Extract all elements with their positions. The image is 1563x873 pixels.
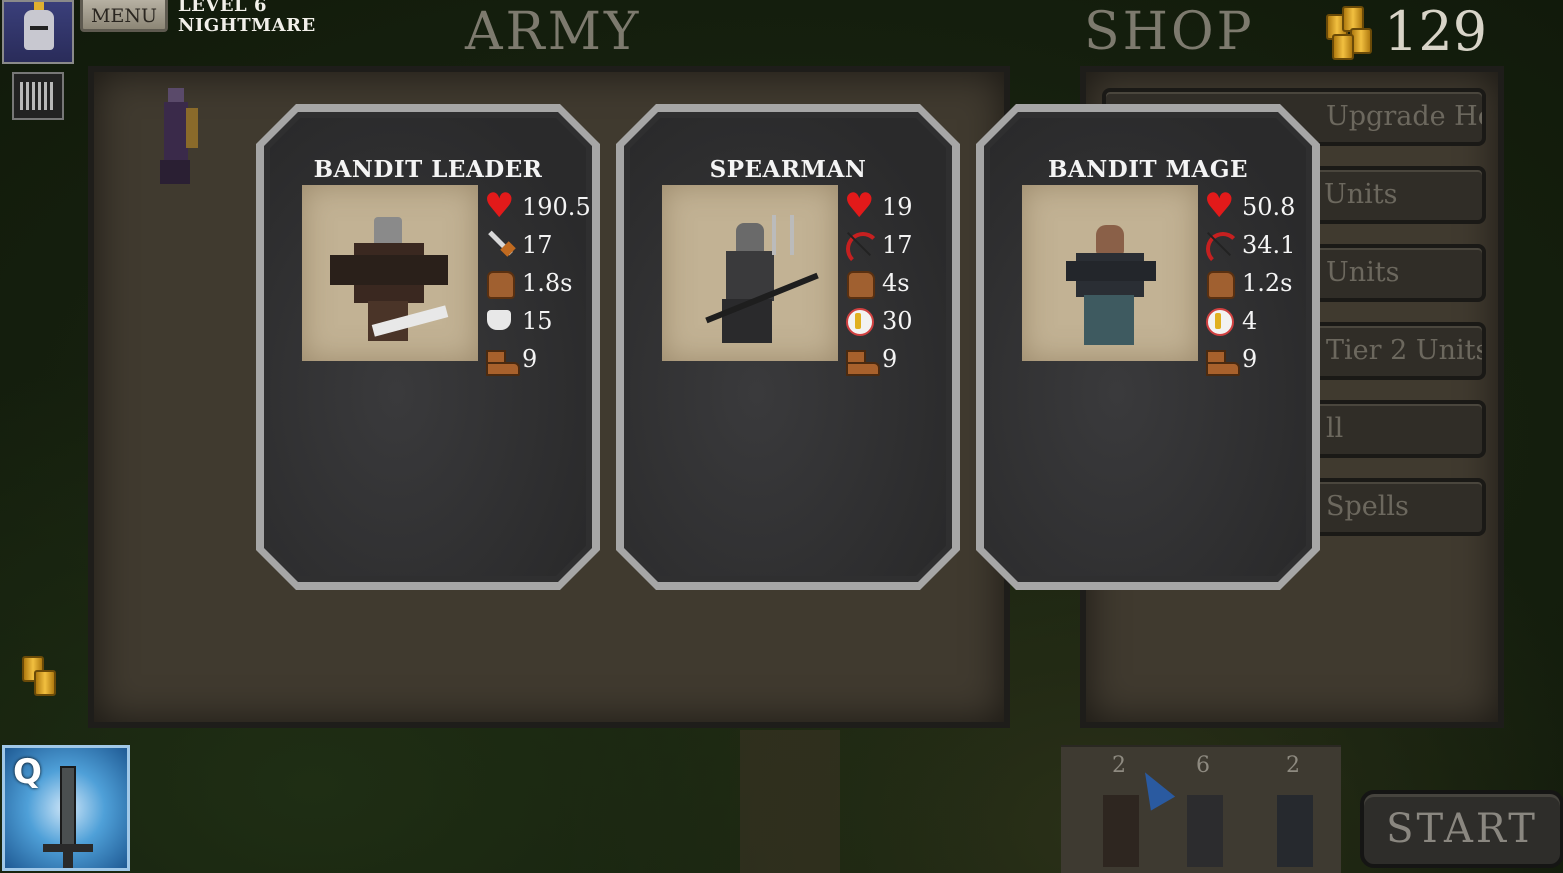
start-button[interactable]: START — [1360, 790, 1563, 868]
deploy-panel: 2 6 2 — [1061, 745, 1341, 873]
unit-stats: 50.8 34.1 1.2s 4 9 — [1204, 186, 1296, 378]
armor-icon — [484, 306, 514, 336]
stat-range: 4 — [1204, 302, 1295, 340]
range-icon — [844, 306, 874, 336]
dirt-path — [740, 730, 840, 873]
sword-icon — [484, 230, 514, 260]
boot-icon — [484, 344, 520, 376]
difficulty-label: NIGHTMARE — [178, 15, 316, 36]
menu-button[interactable]: MENU — [80, 0, 168, 32]
unit-count: 6 — [1196, 753, 1210, 778]
shop-button-label: Units — [1326, 257, 1400, 288]
unit-stats: 19 17 4s 30 9 — [844, 186, 913, 378]
unit-name: BANDIT MAGE — [1047, 156, 1249, 183]
bandit-leader-portrait — [302, 185, 478, 361]
heart-icon — [484, 186, 514, 226]
stat-speed: 9 — [484, 340, 591, 378]
army-hero-unit[interactable] — [150, 88, 202, 188]
shop-title: SHOP — [1084, 2, 1255, 62]
stat-value: 9 — [522, 345, 538, 373]
unit-card-spearman[interactable]: SPEARMAN 19 17 4s 30 9 — [616, 104, 960, 590]
stat-value: 19 — [882, 193, 913, 221]
stat-value: 34.1 — [1242, 231, 1296, 259]
deploy-slot-spearman[interactable]: 6 — [1159, 747, 1247, 873]
fist-icon — [484, 268, 515, 299]
shop-button-label: Tier 2 Units — [1326, 335, 1486, 366]
shop-button-label: ll — [1326, 413, 1344, 444]
range-icon — [1204, 306, 1234, 336]
stat-value: 4 — [1242, 307, 1258, 335]
stat-range: 30 — [844, 302, 913, 340]
level-number: LEVEL 6 — [178, 0, 268, 16]
stat-attack-speed: 1.8s — [484, 264, 591, 302]
spearman-portrait — [662, 185, 838, 361]
unit-count: 2 — [1286, 753, 1300, 778]
heart-icon — [1204, 186, 1234, 226]
stat-value: 9 — [1242, 345, 1258, 373]
shop-button-label: Spells — [1326, 491, 1409, 522]
stat-damage: 17 — [484, 226, 591, 264]
sword-ability-button[interactable]: Q — [2, 745, 130, 871]
stat-value: 50.8 — [1242, 193, 1296, 221]
sword-icon — [60, 766, 76, 846]
deploy-slot-bandit-mage[interactable]: 2 — [1249, 747, 1337, 873]
stat-value: 9 — [882, 345, 898, 373]
stat-value: 30 — [882, 307, 913, 335]
stat-armor: 15 — [484, 302, 591, 340]
stat-value: 17 — [522, 231, 553, 259]
unit-card-bandit-mage[interactable]: BANDIT MAGE 50.8 34.1 1.2s 4 9 — [976, 104, 1320, 590]
gold-amount: 129 — [1384, 0, 1488, 63]
shop-button-label: Upgrade Hero — [1326, 101, 1482, 132]
stat-value: 4s — [882, 269, 910, 297]
hero-portrait[interactable] — [2, 0, 74, 64]
heart-icon — [844, 186, 874, 226]
stat-value: 190.5 — [522, 193, 591, 221]
gold-coins-icon — [1326, 6, 1378, 60]
stat-attack-speed: 4s — [844, 264, 913, 302]
unit-stats: 190.5 17 1.8s 15 9 — [484, 186, 591, 378]
bow-icon — [844, 230, 880, 266]
unit-name: SPEARMAN — [709, 156, 867, 183]
boot-icon — [844, 344, 880, 376]
bandit-mage-mini — [1277, 795, 1313, 867]
fist-icon — [844, 268, 875, 299]
stat-damage: 17 — [844, 226, 913, 266]
stat-value: 1.2s — [1242, 269, 1293, 297]
gold-stack-icon[interactable] — [20, 656, 60, 696]
helmet-visor — [30, 26, 48, 30]
helmet — [24, 10, 54, 50]
stat-speed: 9 — [844, 340, 913, 378]
skull-banner-icon[interactable] — [12, 72, 64, 120]
army-title: ARMY — [465, 2, 642, 62]
shop-button-label: Units — [1324, 179, 1398, 210]
stat-attack-speed: 1.2s — [1204, 264, 1295, 302]
boot-icon — [1204, 344, 1240, 376]
bandit-leader-mini — [1103, 795, 1139, 867]
unit-name: BANDIT LEADER — [313, 156, 543, 183]
stat-value: 1.8s — [522, 269, 573, 297]
sword-hilt — [63, 850, 73, 868]
bandit-mage-portrait — [1022, 185, 1198, 361]
spearman-mini — [1187, 795, 1223, 867]
fist-icon — [1204, 268, 1235, 299]
stat-value: 15 — [522, 307, 553, 335]
unit-card-bandit-leader[interactable]: BANDIT LEADER 190.5 17 1.8s 15 9 — [256, 104, 600, 590]
stat-damage: 34.1 — [1204, 226, 1296, 266]
stat-health: 50.8 — [1204, 186, 1296, 226]
hotkey-label: Q — [13, 752, 42, 792]
stat-value: 17 — [882, 231, 913, 259]
stat-health: 190.5 — [484, 186, 591, 226]
stat-health: 19 — [844, 186, 913, 226]
level-info: LEVEL 6 NIGHTMARE — [178, 0, 316, 36]
stat-speed: 9 — [1204, 340, 1295, 378]
bow-icon — [1204, 230, 1240, 266]
